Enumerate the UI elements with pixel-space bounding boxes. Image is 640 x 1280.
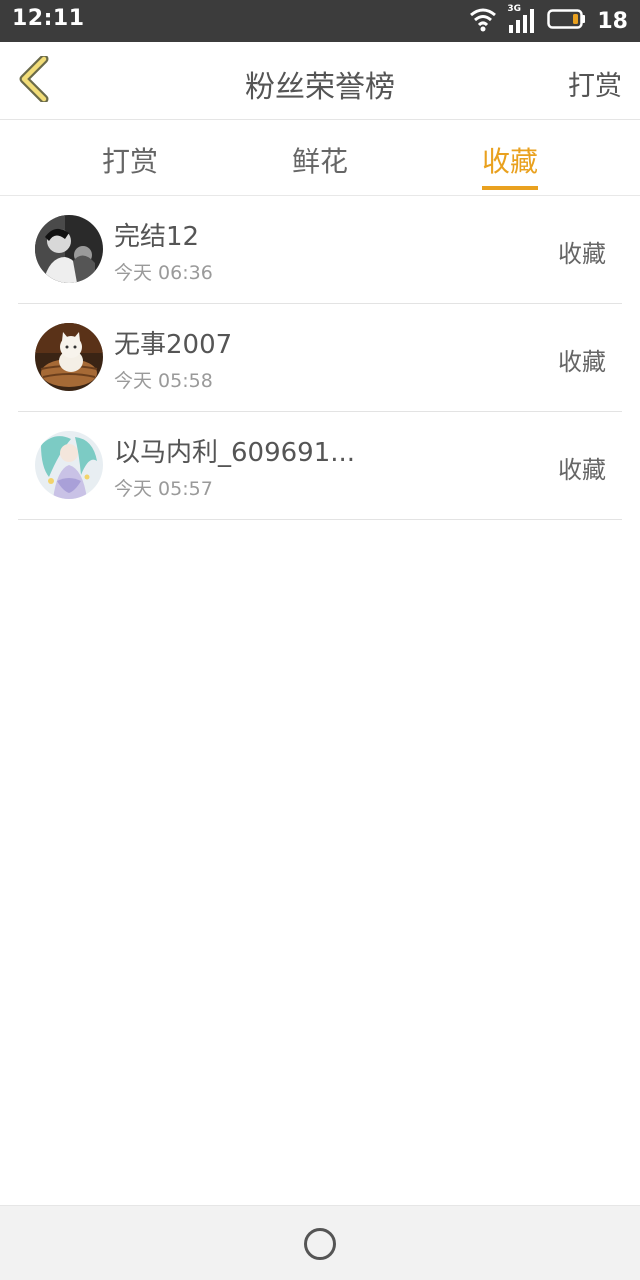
battery-level: 18 [597, 8, 628, 34]
fan-action-label: 收藏 [558, 348, 606, 376]
reward-button[interactable]: 打赏 [568, 64, 622, 103]
fan-time: 今天 05:58 [114, 370, 213, 392]
list-item[interactable]: 以马内利_609691... 今天 05:57 收藏 [18, 412, 622, 520]
list-item[interactable]: 完结12 今天 06:36 收藏 [18, 196, 622, 304]
fan-name: 无事2007 [114, 330, 233, 360]
tab-favorites-label: 收藏 [481, 145, 538, 178]
fan-action-label: 收藏 [558, 456, 606, 484]
battery-icon [547, 8, 587, 34]
avatar [35, 431, 103, 499]
system-nav-bar [0, 1205, 640, 1280]
fan-action-label: 收藏 [558, 240, 606, 268]
fan-list: 完结12 今天 06:36 收藏 无事2007 今天 05:58 收藏 以马内利… [0, 196, 640, 520]
tab-active-indicator [482, 186, 538, 190]
fan-name: 以马内利_609691... [114, 438, 356, 468]
wifi-icon [469, 6, 497, 36]
status-icons: 3G 18 [469, 4, 628, 36]
fan-name: 完结12 [114, 222, 200, 252]
avatar [35, 215, 103, 283]
avatar [35, 323, 103, 391]
header: 粉丝荣誉榜 打赏 [0, 42, 640, 120]
home-circle-icon[interactable] [304, 1228, 336, 1260]
tab-bar: 打赏 鲜花 收藏 [0, 120, 640, 196]
list-item[interactable]: 无事2007 今天 05:58 收藏 [18, 304, 622, 412]
signal-icon: 3G [507, 4, 537, 35]
page-title: 粉丝荣誉榜 [245, 70, 395, 105]
status-time: 12:11 [12, 6, 85, 31]
tab-reward[interactable]: 打赏 [60, 120, 200, 196]
fan-time: 今天 05:57 [114, 478, 213, 500]
fan-time: 今天 06:36 [114, 262, 213, 284]
status-bar: 12:11 3G 18 [0, 0, 640, 42]
tab-flowers[interactable]: 鲜花 [250, 120, 390, 196]
tab-favorites[interactable]: 收藏 [440, 120, 580, 196]
